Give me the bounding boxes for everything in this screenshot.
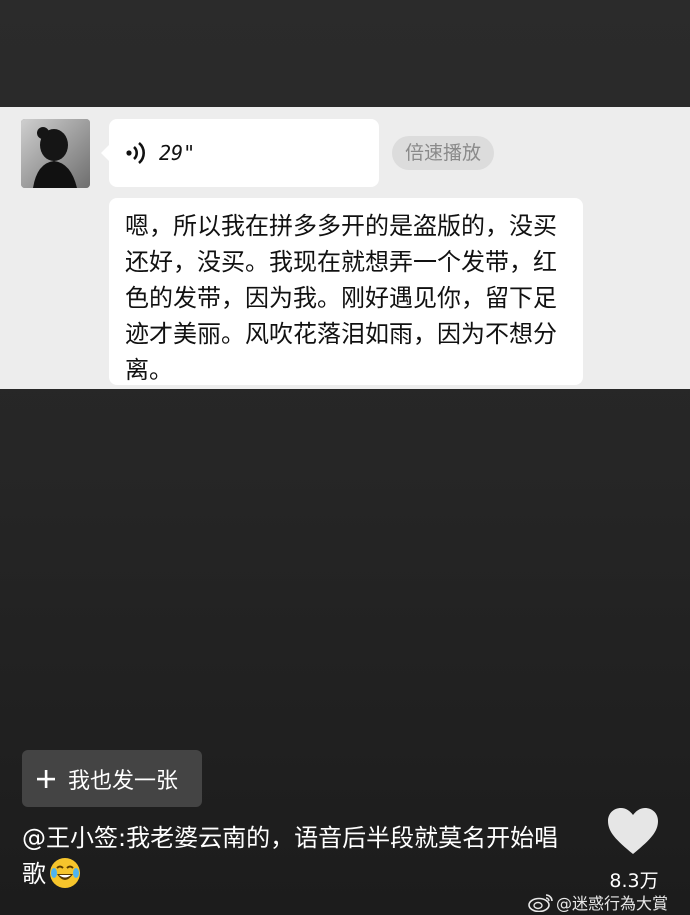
speed-play-button[interactable]: 倍速播放 [392, 136, 495, 170]
chat-screenshot-panel: 29" 倍速播放 嗯，所以我在拼多多开的是盗版的，没买还好，没买。我现在就想弄一… [0, 107, 690, 389]
heart-icon [608, 808, 658, 854]
avatar[interactable] [21, 119, 90, 188]
transcript-bubble: 嗯，所以我在拼多多开的是盗版的，没买还好，没买。我现在就想弄一个发带，红色的发带… [109, 198, 583, 385]
watermark: @迷惑行為大賞 [528, 891, 668, 913]
transcript-text: 嗯，所以我在拼多多开的是盗版的，没买还好，没买。我现在就想弄一个发带，红色的发带… [125, 212, 557, 384]
crying-laughing-emoji-icon [48, 856, 82, 890]
post-also-label: 我也发一张 [68, 768, 179, 794]
sound-wave-icon [125, 140, 147, 166]
plus-icon [36, 769, 56, 789]
post-also-button[interactable]: 我也发一张 [22, 750, 202, 807]
weibo-icon [528, 892, 554, 913]
like-button[interactable] [606, 806, 660, 856]
voice-duration: 29" [159, 141, 196, 165]
caption-text: @王小签:我老婆云南的，语音后半段就莫名开始唱歌 [22, 824, 559, 888]
like-count: 8.3万 [609, 870, 659, 892]
watermark-text: @迷惑行為大賞 [556, 894, 669, 913]
voice-message-bubble[interactable]: 29" [101, 119, 379, 187]
post-caption: @王小签:我老婆云南的，语音后半段就莫名开始唱歌 [22, 820, 582, 892]
